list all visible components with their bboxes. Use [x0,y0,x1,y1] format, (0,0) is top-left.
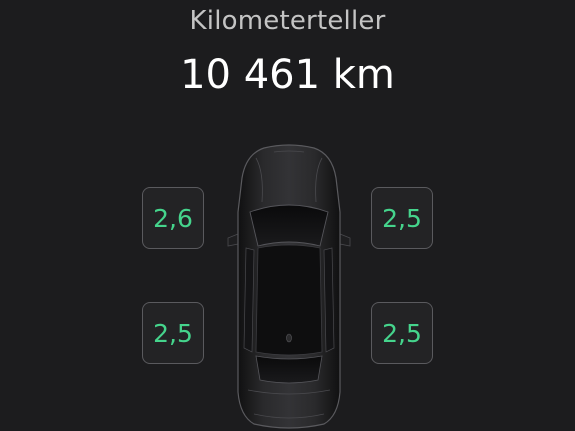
odometer-label: Kilometerteller [189,6,386,36]
car-top-view-icon [227,144,351,429]
odometer-value: 10 461 km [180,52,395,98]
tire-pressure-rear-right-value: 2,5 [382,318,422,348]
tire-pressure-front-right-value: 2,5 [382,203,422,233]
tire-pressure-front-left-value: 2,6 [153,203,193,233]
tire-pressure-front-right: 2,5 [371,187,433,249]
vehicle-status-screen: Kilometerteller 10 461 km 2,6 2,5 2,5 2,… [0,0,575,431]
tire-pressure-rear-left: 2,5 [142,302,204,364]
tire-pressure-front-left: 2,6 [142,187,204,249]
tire-pressure-rear-left-value: 2,5 [153,318,193,348]
tire-pressure-rear-right: 2,5 [371,302,433,364]
